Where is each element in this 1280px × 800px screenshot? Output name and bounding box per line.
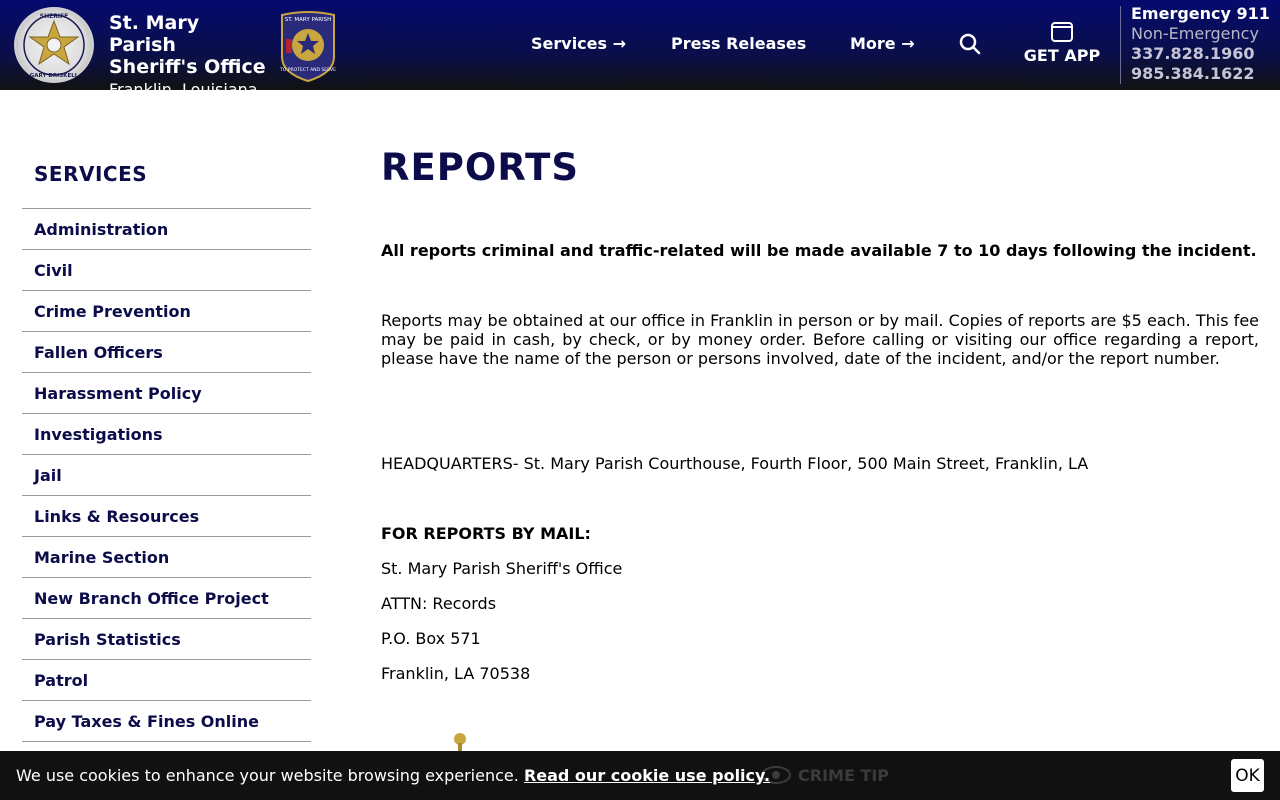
badge-text-bottom: GARY DRISKELL <box>30 73 79 79</box>
phone-number-1[interactable]: 337.828.1960 <box>1131 44 1270 64</box>
mail-address-line: ATTN: Records <box>381 594 497 613</box>
pin-icon <box>454 733 466 751</box>
shoulder-patch-logo: ST. MARY PARISH TO PROTECT AND SERVE <box>279 11 336 83</box>
mobile-phone-icon <box>1051 22 1073 42</box>
page-title: REPORTS <box>381 146 580 189</box>
emergency-label: Emergency 911 <box>1131 4 1270 23</box>
sidebar-item-fallen-officers[interactable]: Fallen Officers <box>22 332 311 373</box>
crime-tip-link[interactable]: CRIME TIP <box>760 765 889 785</box>
sidebar-title: SERVICES <box>34 162 148 186</box>
sidebar-item-investigations[interactable]: Investigations <box>22 414 311 455</box>
badge-text-top: SHERIFF <box>40 13 69 20</box>
phone-number-2[interactable]: 985.384.1622 <box>1131 64 1270 84</box>
site-title: St. Mary Parish Sheriff's Office <box>109 12 266 78</box>
mail-address-line: Franklin, LA 70538 <box>381 664 531 683</box>
sidebar-item-crime-prevention[interactable]: Crime Prevention <box>22 291 311 332</box>
cookie-ok-button[interactable]: OK <box>1231 759 1264 792</box>
site-location: Franklin, Louisiana <box>109 80 258 99</box>
star-badge-icon: SHERIFF GARY DRISKELL <box>23 13 85 79</box>
sidebar-menu: Administration Civil Crime Prevention Fa… <box>22 208 311 742</box>
mail-address-line: P.O. Box 571 <box>381 629 481 648</box>
get-app-button[interactable]: GET APP <box>1020 22 1104 65</box>
site-header: SHERIFF GARY DRISKELL St. Mary Parish Sh… <box>0 0 1280 99</box>
sidebar-item-marine-section[interactable]: Marine Section <box>22 537 311 578</box>
sidebar-item-harassment-policy[interactable]: Harassment Policy <box>22 373 311 414</box>
nav-more[interactable]: More → <box>850 34 915 53</box>
nav-press-releases[interactable]: Press Releases <box>671 34 806 53</box>
sidebar-item-new-branch-office[interactable]: New Branch Office Project <box>22 578 311 619</box>
mail-address-line: St. Mary Parish Sheriff's Office <box>381 559 623 578</box>
get-app-label: GET APP <box>1023 46 1101 65</box>
search-icon[interactable] <box>958 32 982 56</box>
sidebar-item-links-resources[interactable]: Links & Resources <box>22 496 311 537</box>
non-emergency-label: Non-Emergency <box>1131 24 1259 43</box>
sidebar-item-jail[interactable]: Jail <box>22 455 311 496</box>
availability-notice: All reports criminal and traffic-related… <box>381 241 1257 260</box>
site-branding[interactable]: St. Mary Parish Sheriff's Office Frankli… <box>109 12 269 101</box>
header-divider <box>1120 6 1121 84</box>
patch-text-bottom: TO PROTECT AND SERVE <box>279 67 336 73</box>
cookie-message: We use cookies to enhance your website b… <box>16 766 770 785</box>
sidebar-item-pay-taxes[interactable]: Pay Taxes & Fines Online <box>22 701 311 742</box>
sidebar-item-parish-statistics[interactable]: Parish Statistics <box>22 619 311 660</box>
sidebar-item-civil[interactable]: Civil <box>22 250 311 291</box>
cookie-text: We use cookies to enhance your website b… <box>16 766 519 785</box>
sheriff-badge-logo[interactable]: SHERIFF GARY DRISKELL <box>14 7 94 83</box>
sidebar-item-administration[interactable]: Administration <box>22 209 311 250</box>
nav-services[interactable]: Services → <box>531 34 626 53</box>
reports-paragraph: Reports may be obtained at our office in… <box>381 311 1259 368</box>
patch-text-top: ST. MARY PARISH <box>285 17 332 23</box>
emergency-contacts: Emergency 911 Non-Emergency 337.828.1960… <box>1131 4 1270 84</box>
headquarters-address: HEADQUARTERS- St. Mary Parish Courthouse… <box>381 454 1089 473</box>
cookie-policy-link[interactable]: Read our cookie use policy. <box>524 766 770 785</box>
crime-tip-label: CRIME TIP <box>798 766 890 785</box>
mail-heading: FOR REPORTS BY MAIL: <box>381 524 591 543</box>
sidebar-item-patrol[interactable]: Patrol <box>22 660 311 701</box>
